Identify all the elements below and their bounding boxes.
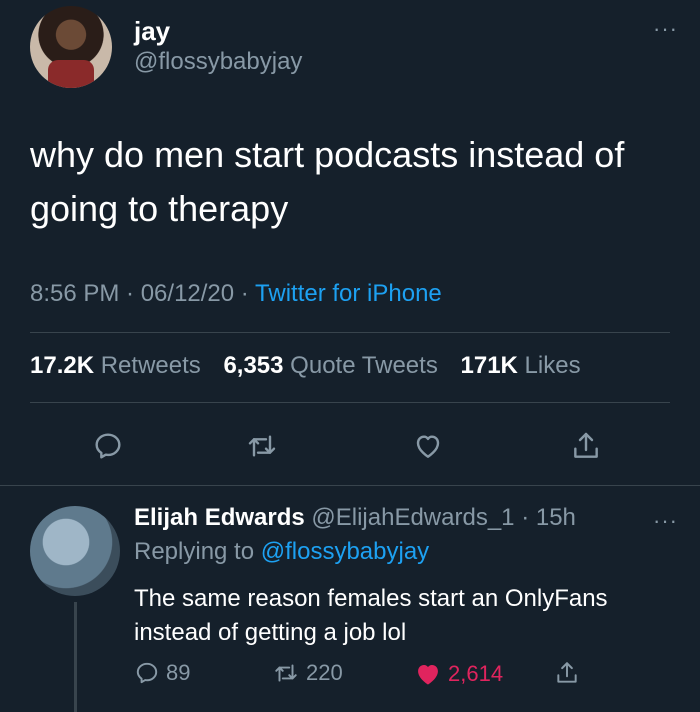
reply-button[interactable]: 89 (134, 660, 190, 686)
retweets-stat[interactable]: 17.2K Retweets (30, 352, 201, 379)
divider (30, 332, 670, 333)
reply-text: The same reason females start an OnlyFan… (134, 585, 608, 646)
share-icon (574, 432, 598, 458)
reply-action-bar: 89 220 2,614 (134, 660, 654, 694)
replying-to-handle[interactable]: @flossybabyjay (261, 538, 429, 565)
tweet-meta: 8:56 PM · 06/12/20 · Twitter for iPhone (30, 280, 442, 308)
author-name[interactable]: jay (134, 16, 170, 47)
more-options-button[interactable]: ··· (653, 16, 678, 42)
thread-line (74, 602, 77, 712)
divider (30, 402, 670, 403)
tweet-text: why do men start podcasts instead of goi… (30, 134, 625, 229)
reply-author-name[interactable]: Elijah Edwards (134, 504, 305, 531)
retweet-icon (275, 664, 297, 682)
share-button[interactable] (564, 424, 608, 468)
like-button[interactable]: 2,614 (414, 660, 503, 688)
tweet-timestamp[interactable]: 8:56 PM · 06/12/20 · (30, 280, 255, 307)
retweets-count: 17.2K (30, 352, 95, 379)
likes-label: Likes (524, 352, 581, 379)
main-tweet: jay @flossybabyjay ··· why do men start … (0, 0, 700, 470)
share-button[interactable] (554, 660, 580, 686)
quote-tweets-count: 6,353 (223, 352, 284, 379)
reply-icon (136, 662, 158, 684)
avatar[interactable] (30, 506, 120, 596)
retweet-button[interactable] (240, 424, 284, 468)
quote-tweets-label: Quote Tweets (290, 352, 438, 379)
action-bar (0, 424, 700, 468)
reply-author-handle[interactable]: @ElijahEdwards_1 · 15h (311, 504, 576, 531)
likes-stat[interactable]: 171K Likes (461, 352, 581, 379)
like-button[interactable] (406, 424, 450, 468)
replying-to: Replying to @flossybabyjay (134, 538, 429, 566)
reply-header: Elijah Edwards @ElijahEdwards_1 · 15h (134, 504, 576, 532)
heart-filled-icon (418, 665, 438, 685)
replying-to-prefix: Replying to (134, 538, 261, 565)
more-options-button[interactable]: ··· (653, 508, 678, 534)
reply-tweet[interactable]: Elijah Edwards @ElijahEdwards_1 · 15h ··… (0, 486, 700, 712)
quote-tweets-stat[interactable]: 6,353 Quote Tweets (223, 352, 437, 379)
like-count: 2,614 (448, 661, 504, 686)
retweet-button[interactable]: 220 (272, 660, 343, 686)
like-icon (416, 435, 440, 458)
reply-icon (95, 433, 121, 459)
avatar[interactable] (30, 6, 112, 88)
retweet-icon (248, 435, 276, 457)
likes-count: 171K (460, 352, 518, 379)
tweet-stats: 17.2K Retweets 6,353 Quote Tweets 171K L… (30, 352, 581, 380)
reply-count: 89 (166, 660, 191, 685)
author-handle[interactable]: @flossybabyjay (134, 48, 302, 76)
retweet-count: 220 (306, 660, 343, 685)
share-icon (557, 662, 577, 683)
retweets-label: Retweets (100, 352, 201, 379)
tweet-source[interactable]: Twitter for iPhone (255, 280, 442, 307)
reply-button[interactable] (86, 424, 130, 468)
